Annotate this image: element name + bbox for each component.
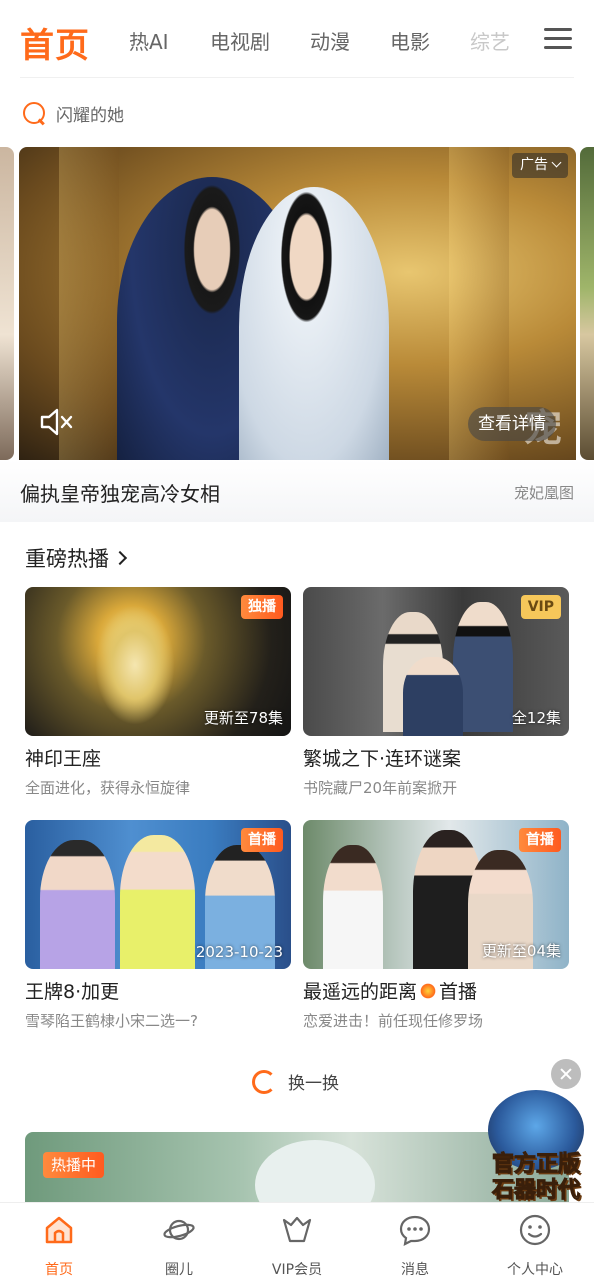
app-page: 首页 热AI 电视剧 动漫 电影 综艺 闪耀的她 广告 宠 查看详情 — [0, 0, 594, 1280]
premiere-badge: 首播 — [241, 828, 283, 852]
ad-badge[interactable]: 广告 — [512, 153, 568, 178]
top-tab-bar: 首页 热AI 电视剧 动漫 电影 综艺 — [0, 0, 594, 78]
carousel-next-card[interactable] — [580, 147, 594, 460]
banner-figure — [239, 187, 389, 460]
card-title-text: 首播 — [439, 981, 478, 1003]
section-header-hot[interactable]: 重磅热播 — [25, 543, 128, 573]
search-placeholder: 闪耀的她 — [56, 105, 124, 126]
premiere-badge: 首播 — [519, 828, 561, 852]
menu-icon[interactable] — [544, 28, 572, 49]
nav-vip[interactable]: VIP会员 — [242, 1213, 352, 1279]
card-title: 繁城之下·连环谜案 — [303, 748, 462, 770]
tab-tv-series[interactable]: 电视剧 — [210, 26, 270, 55]
video-thumbnail: 首播 2023-10-23 — [25, 820, 291, 969]
vip-badge: VIP — [520, 595, 561, 619]
nav-circle[interactable]: 圈儿 — [124, 1213, 234, 1279]
nav-messages[interactable]: 消息 — [360, 1213, 470, 1279]
episode-status: 2023-10-23 — [195, 943, 283, 961]
banner-title: 偏执皇帝独宠高冷女相 — [20, 482, 220, 506]
chevron-right-icon — [112, 550, 128, 566]
banner-caption[interactable]: 偏执皇帝独宠高冷女相 宠妃凰图 — [0, 460, 594, 522]
nav-messages-label: 消息 — [401, 1262, 429, 1278]
message-icon — [399, 1215, 431, 1246]
tab-movies[interactable]: 电影 — [390, 26, 430, 55]
planet-icon — [163, 1219, 195, 1241]
tab-home[interactable]: 首页 — [20, 18, 90, 67]
video-thumbnail: 首播 更新至04集 — [303, 820, 569, 969]
card-title: 神印王座 — [25, 748, 102, 770]
video-thumbnail: 独播 更新至78集 — [25, 587, 291, 736]
refresh-label: 换一换 — [288, 1074, 339, 1094]
tab-variety[interactable]: 综艺 — [470, 26, 510, 55]
tab-hot-ai[interactable]: 热AI — [129, 26, 169, 55]
carousel-prev-card[interactable] — [0, 147, 14, 460]
video-thumbnail: VIP 全12集 — [303, 587, 569, 736]
card-subtitle: 全面进化，获得永恒旋律 — [25, 779, 191, 797]
home-icon — [45, 1216, 73, 1244]
mute-icon[interactable] — [39, 407, 75, 437]
episode-status: 更新至78集 — [203, 709, 283, 727]
divider — [20, 77, 574, 78]
card-title-text: 最遥远的距离 — [303, 981, 418, 1003]
section-title: 重磅热播 — [25, 547, 109, 571]
thumbnail-figure — [95, 605, 175, 725]
refresh-icon — [252, 1069, 276, 1094]
exclusive-badge: 独播 — [241, 595, 283, 619]
card-title: 王牌8·加更 — [25, 981, 120, 1003]
nav-profile-label: 个人中心 — [507, 1262, 563, 1278]
thumbnail-figure — [40, 840, 115, 969]
search-icon — [22, 101, 46, 125]
bottom-nav-bar: 首页 圈儿 VIP会员 消息 个人中心 — [0, 1202, 594, 1280]
card-subtitle: 书院藏尸20年前案掀开 — [303, 779, 458, 797]
nav-circle-label: 圈儿 — [165, 1262, 193, 1278]
episode-status: 全12集 — [511, 709, 561, 727]
vip-crown-icon — [282, 1216, 312, 1243]
video-card[interactable]: 独播 更新至78集 神印王座 全面进化，获得永恒旋律 — [25, 587, 291, 798]
nav-home-label: 首页 — [45, 1262, 73, 1278]
banner-carousel[interactable]: 广告 宠 查看详情 — [0, 147, 594, 460]
video-card[interactable]: VIP 全12集 繁城之下·连环谜案 书院藏尸20年前案掀开 — [303, 587, 569, 798]
now-playing-badge: 热播中 — [43, 1152, 105, 1178]
nav-profile[interactable]: 个人中心 — [480, 1213, 590, 1279]
tab-anime[interactable]: 动漫 — [310, 26, 350, 55]
thumbnail-figure — [323, 845, 383, 969]
banner-subtitle: 宠妃凰图 — [513, 484, 574, 502]
card-title: 最遥远的距离 首播 — [303, 977, 569, 1004]
video-card[interactable]: 首播 更新至04集 最遥远的距离 首播 恋爱进击！前任现任修罗场 — [303, 820, 569, 1031]
card-subtitle: 雪琴陷王鹤棣小宋二选一? — [25, 1012, 198, 1030]
burst-icon — [419, 982, 438, 1000]
video-card[interactable]: 首播 2023-10-23 王牌8·加更 雪琴陷王鹤棣小宋二选一? — [25, 820, 291, 1031]
close-icon[interactable] — [551, 1059, 581, 1089]
nav-home[interactable]: 首页 — [4, 1213, 114, 1279]
nav-vip-label: VIP会员 — [271, 1262, 323, 1278]
thumbnail-figure — [403, 657, 463, 736]
banner-video[interactable]: 广告 宠 查看详情 — [19, 147, 576, 460]
episode-status: 更新至04集 — [481, 942, 561, 960]
view-details-button[interactable]: 查看详情 — [468, 407, 556, 441]
smile-profile-icon — [519, 1214, 551, 1246]
chevron-down-icon — [551, 157, 562, 168]
search-bar[interactable]: 闪耀的她 — [22, 98, 124, 128]
thumbnail-figure — [120, 835, 195, 969]
thumbnail-figure — [255, 1140, 375, 1202]
floating-ad-line2: 石器时代 — [491, 1178, 580, 1204]
refresh-button[interactable]: 换一换 — [252, 1069, 339, 1094]
card-subtitle: 恋爱进击！前任现任修罗场 — [303, 1012, 484, 1030]
